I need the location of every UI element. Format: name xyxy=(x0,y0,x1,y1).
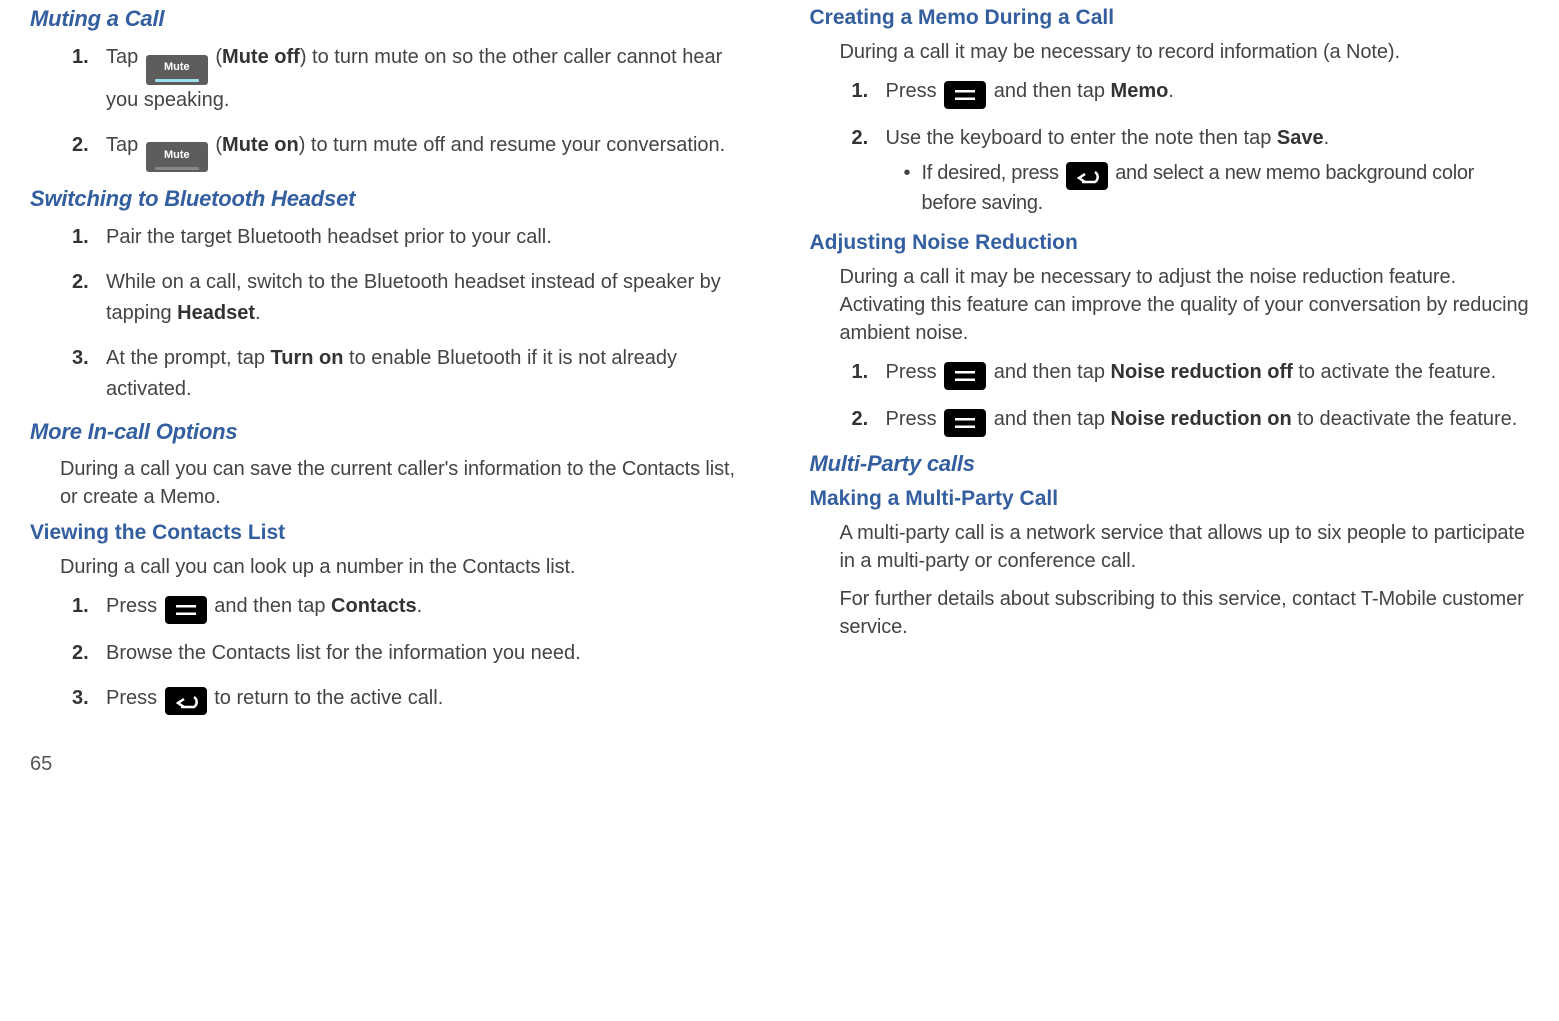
step-item: At the prompt, tap Turn on to enable Blu… xyxy=(72,343,750,405)
memo-para: During a call it may be necessary to rec… xyxy=(840,38,1530,66)
step-text: and then tap xyxy=(994,361,1111,383)
heading-muting: Muting a Call xyxy=(30,6,750,32)
step-item: Press and then tap Contacts. xyxy=(72,591,750,624)
bold-term: Contacts xyxy=(331,595,417,617)
step-text: . xyxy=(417,595,423,617)
step-text: Tap xyxy=(106,46,144,68)
back-icon xyxy=(165,687,207,715)
step-item: Pair the target Bluetooth headset prior … xyxy=(72,222,750,253)
back-icon xyxy=(1066,162,1108,190)
step-item: Press and then tap Noise reduction off t… xyxy=(852,357,1530,390)
step-item: Browse the Contacts list for the informa… xyxy=(72,638,750,669)
page-number: 65 xyxy=(30,753,1529,776)
mute-indicator-icon xyxy=(155,167,199,170)
noise-para: During a call it may be necessary to adj… xyxy=(840,263,1530,347)
step-text: to activate the feature. xyxy=(1293,361,1496,383)
step-item: Use the keyboard to enter the note then … xyxy=(852,123,1530,217)
step-text: and then tap xyxy=(994,408,1111,430)
heading-noise: Adjusting Noise Reduction xyxy=(810,231,1530,255)
step-text: At the prompt, tap xyxy=(106,347,271,369)
multiparty-para1: A multi-party call is a network service … xyxy=(840,519,1530,575)
bold-term: Noise reduction off xyxy=(1111,361,1293,383)
muting-steps: Tap Mute (Mute off) to turn mute on so t… xyxy=(72,42,750,172)
step-text: Browse the Contacts list for the informa… xyxy=(106,642,581,664)
noise-steps: Press and then tap Noise reduction off t… xyxy=(852,357,1530,437)
step-item: Press and then tap Memo. xyxy=(852,76,1530,109)
heading-more-options: More In-call Options xyxy=(30,419,750,445)
bold-term: Memo xyxy=(1111,80,1169,102)
left-column: Muting a Call Tap Mute (Mute off) to tur… xyxy=(30,0,750,729)
step-item: Press and then tap Noise reduction on to… xyxy=(852,404,1530,437)
heading-memo: Creating a Memo During a Call xyxy=(810,6,1530,30)
mute-state-label: Mute off xyxy=(222,46,300,68)
step-item: Tap Mute (Mute off) to turn mute on so t… xyxy=(72,42,750,116)
step-text: Press xyxy=(106,687,163,709)
step-text: . xyxy=(1168,80,1174,102)
bluetooth-steps: Pair the target Bluetooth headset prior … xyxy=(72,222,750,405)
bold-term: Headset xyxy=(177,302,255,324)
step-text: and then tap xyxy=(994,80,1111,102)
step-text: . xyxy=(1324,127,1330,149)
mute-on-button-icon: Mute xyxy=(146,142,208,172)
memo-steps: Press and then tap Memo. Use the keyboar… xyxy=(852,76,1530,217)
step-text: to deactivate the feature. xyxy=(1292,408,1518,430)
step-text: . xyxy=(255,302,261,324)
menu-icon xyxy=(165,596,207,624)
bullet-text: If desired, press xyxy=(922,162,1064,184)
heading-contacts: Viewing the Contacts List xyxy=(30,521,750,545)
memo-bullets: If desired, press and select a new memo … xyxy=(904,160,1530,217)
step-item: While on a call, switch to the Bluetooth… xyxy=(72,267,750,329)
bold-term: Save xyxy=(1277,127,1324,149)
step-text: Press xyxy=(106,595,163,617)
step-text: Pair the target Bluetooth headset prior … xyxy=(106,226,552,248)
step-text: Tap xyxy=(106,134,144,156)
step-text: ) to turn mute off and resume your conve… xyxy=(299,134,726,156)
bold-term: Noise reduction on xyxy=(1111,408,1292,430)
mute-off-button-icon: Mute xyxy=(146,55,208,85)
step-text: and then tap xyxy=(214,595,331,617)
menu-icon xyxy=(944,81,986,109)
menu-icon xyxy=(944,409,986,437)
step-text: Use the keyboard to enter the note then … xyxy=(886,127,1277,149)
right-column: Creating a Memo During a Call During a c… xyxy=(810,0,1530,729)
step-text: Press xyxy=(886,80,943,102)
mute-label: Mute xyxy=(164,147,190,164)
multiparty-para2: For further details about subscribing to… xyxy=(840,585,1530,641)
menu-icon xyxy=(944,362,986,390)
heading-making-multiparty: Making a Multi-Party Call xyxy=(810,487,1530,511)
contacts-para: During a call you can look up a number i… xyxy=(60,553,750,581)
mute-indicator-icon xyxy=(155,79,199,82)
bold-term: Turn on xyxy=(271,347,344,369)
heading-bluetooth: Switching to Bluetooth Headset xyxy=(30,186,750,212)
mute-state-label: Mute on xyxy=(222,134,299,156)
step-text: to return to the active call. xyxy=(214,687,443,709)
bullet-item: If desired, press and select a new memo … xyxy=(904,160,1530,217)
step-item: Tap Mute (Mute on) to turn mute off and … xyxy=(72,130,750,173)
heading-multiparty: Multi-Party calls xyxy=(810,451,1530,477)
step-item: Press to return to the active call. xyxy=(72,683,750,715)
more-options-para: During a call you can save the current c… xyxy=(60,455,750,511)
page-content: Muting a Call Tap Mute (Mute off) to tur… xyxy=(30,0,1529,729)
step-text: Press xyxy=(886,361,943,383)
step-text: Press xyxy=(886,408,943,430)
contacts-steps: Press and then tap Contacts. Browse the … xyxy=(72,591,750,715)
mute-label: Mute xyxy=(164,59,190,76)
